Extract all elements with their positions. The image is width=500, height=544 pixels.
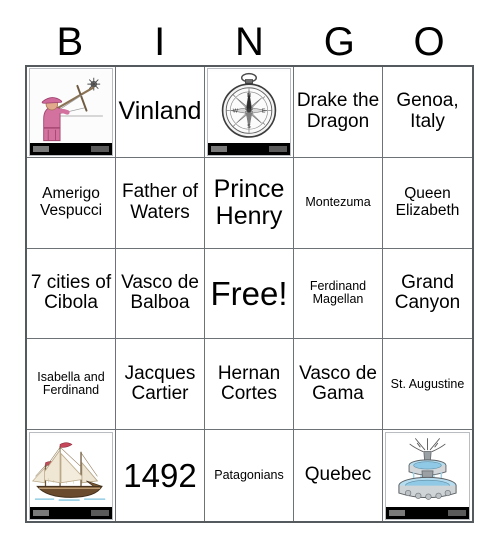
svg-text:E: E	[262, 108, 266, 114]
svg-text:S: S	[247, 124, 251, 130]
caption-bar-left-mark	[33, 145, 49, 152]
bingo-card: B I N G O Vinland N S W E Drake the Drag…	[0, 0, 500, 544]
caption-bar-right-mark	[269, 145, 287, 152]
bingo-header-row: B I N G O	[25, 18, 474, 66]
bingo-cell-label: Hernan Cortes	[217, 362, 281, 405]
caption-bar-right-mark	[448, 509, 466, 516]
bingo-cell-o2[interactable]: Queen Elizabeth	[383, 157, 472, 249]
bingo-cell-b4[interactable]: Isabella and Ferdinand	[27, 339, 116, 431]
caption-bar-left-mark	[211, 145, 227, 152]
navigator-crossstaff-icon	[30, 69, 112, 143]
compass-icon: N S W E	[208, 69, 290, 143]
header-letter-i: I	[154, 20, 166, 64]
caravel-ship-icon-frame	[29, 431, 113, 520]
fountain-icon	[386, 433, 469, 507]
bingo-cell-n1[interactable]: N S W E	[205, 67, 294, 158]
navigator-crossstaff-icon-frame	[29, 67, 113, 156]
image-caption-bar	[208, 142, 290, 155]
bingo-cell-label: Patagonians	[214, 467, 284, 482]
bingo-cell-o5[interactable]	[383, 430, 472, 521]
bingo-cell-b5[interactable]	[27, 430, 116, 521]
header-letter-o: O	[413, 20, 445, 64]
bingo-cell-i3[interactable]: Vasco de Balboa	[116, 248, 205, 340]
bingo-cell-i1[interactable]: Vinland	[116, 67, 205, 158]
bingo-cell-label: Jacques Cartier	[124, 362, 196, 405]
bingo-cell-label: 1492	[123, 456, 197, 494]
header-letter-n: N	[235, 20, 264, 64]
fountain-icon-frame	[385, 431, 470, 520]
caravel-ship-icon	[30, 433, 112, 507]
bingo-cell-label: Free!	[210, 274, 288, 312]
bingo-cell-label: Amerigo Vespucci	[39, 184, 103, 219]
bingo-cell-label: Grand Canyon	[394, 271, 461, 314]
bingo-cell-label: Ferdinand Magellan	[309, 278, 367, 307]
image-caption-bar	[30, 506, 112, 519]
bingo-cell-i2[interactable]: Father of Waters	[116, 157, 205, 249]
bingo-cell-label: Quebec	[304, 464, 372, 486]
bingo-cell-g2[interactable]: Montezuma	[294, 157, 383, 249]
bingo-cell-o3[interactable]: Grand Canyon	[383, 248, 472, 340]
bingo-cell-label: Isabella and Ferdinand	[37, 369, 105, 398]
image-caption-bar	[386, 506, 469, 519]
bingo-cell-b3[interactable]: 7 cities of Cibola	[27, 248, 116, 340]
bingo-cell-n5[interactable]: Patagonians	[205, 430, 294, 521]
bingo-cell-label: Queen Elizabeth	[395, 184, 460, 219]
bingo-cell-label: Drake the Dragon	[296, 90, 380, 132]
bingo-grid: Vinland N S W E Drake the Dragon Genoa, …	[25, 65, 474, 523]
bingo-cell-label: St. Augustine	[390, 376, 465, 391]
image-caption-bar	[30, 142, 112, 155]
bingo-cell-b1[interactable]	[27, 67, 116, 158]
bingo-cell-i5[interactable]: 1492	[116, 430, 205, 521]
bingo-cell-label: Genoa, Italy	[396, 90, 459, 132]
caption-bar-right-mark	[91, 145, 109, 152]
bingo-cell-b2[interactable]: Amerigo Vespucci	[27, 157, 116, 249]
bingo-cell-n4[interactable]: Hernan Cortes	[205, 339, 294, 431]
caption-bar-left-mark	[389, 509, 405, 516]
caption-bar-left-mark	[33, 509, 49, 516]
bingo-cell-o4[interactable]: St. Augustine	[383, 339, 472, 431]
svg-text:W: W	[233, 108, 239, 114]
bingo-cell-g5[interactable]: Quebec	[294, 430, 383, 521]
header-letter-b: B	[56, 20, 84, 64]
bingo-cell-label: 7 cities of Cibola	[30, 271, 112, 314]
bingo-cell-g4[interactable]: Vasco de Gama	[294, 339, 383, 431]
svg-text:N: N	[247, 93, 251, 99]
bingo-cell-label: Vinland	[118, 97, 202, 126]
bingo-cell-n2[interactable]: Prince Henry	[205, 157, 294, 249]
bingo-cell-label: Montezuma	[305, 194, 371, 209]
bingo-cell-g1[interactable]: Drake the Dragon	[294, 67, 383, 158]
caption-bar-right-mark	[91, 509, 109, 516]
bingo-cell-label: Vasco de Balboa	[121, 271, 199, 314]
header-letter-g: G	[323, 20, 355, 64]
bingo-cell-label: Prince Henry	[213, 174, 285, 230]
compass-icon-frame: N S W E	[207, 67, 291, 156]
bingo-cell-g3[interactable]: Ferdinand Magellan	[294, 248, 383, 340]
bingo-cell-i4[interactable]: Jacques Cartier	[116, 339, 205, 431]
bingo-cell-label: Vasco de Gama	[299, 362, 377, 405]
bingo-cell-o1[interactable]: Genoa, Italy	[383, 67, 472, 158]
bingo-cell-n3[interactable]: Free!	[205, 248, 294, 340]
bingo-cell-label: Father of Waters	[121, 181, 199, 223]
